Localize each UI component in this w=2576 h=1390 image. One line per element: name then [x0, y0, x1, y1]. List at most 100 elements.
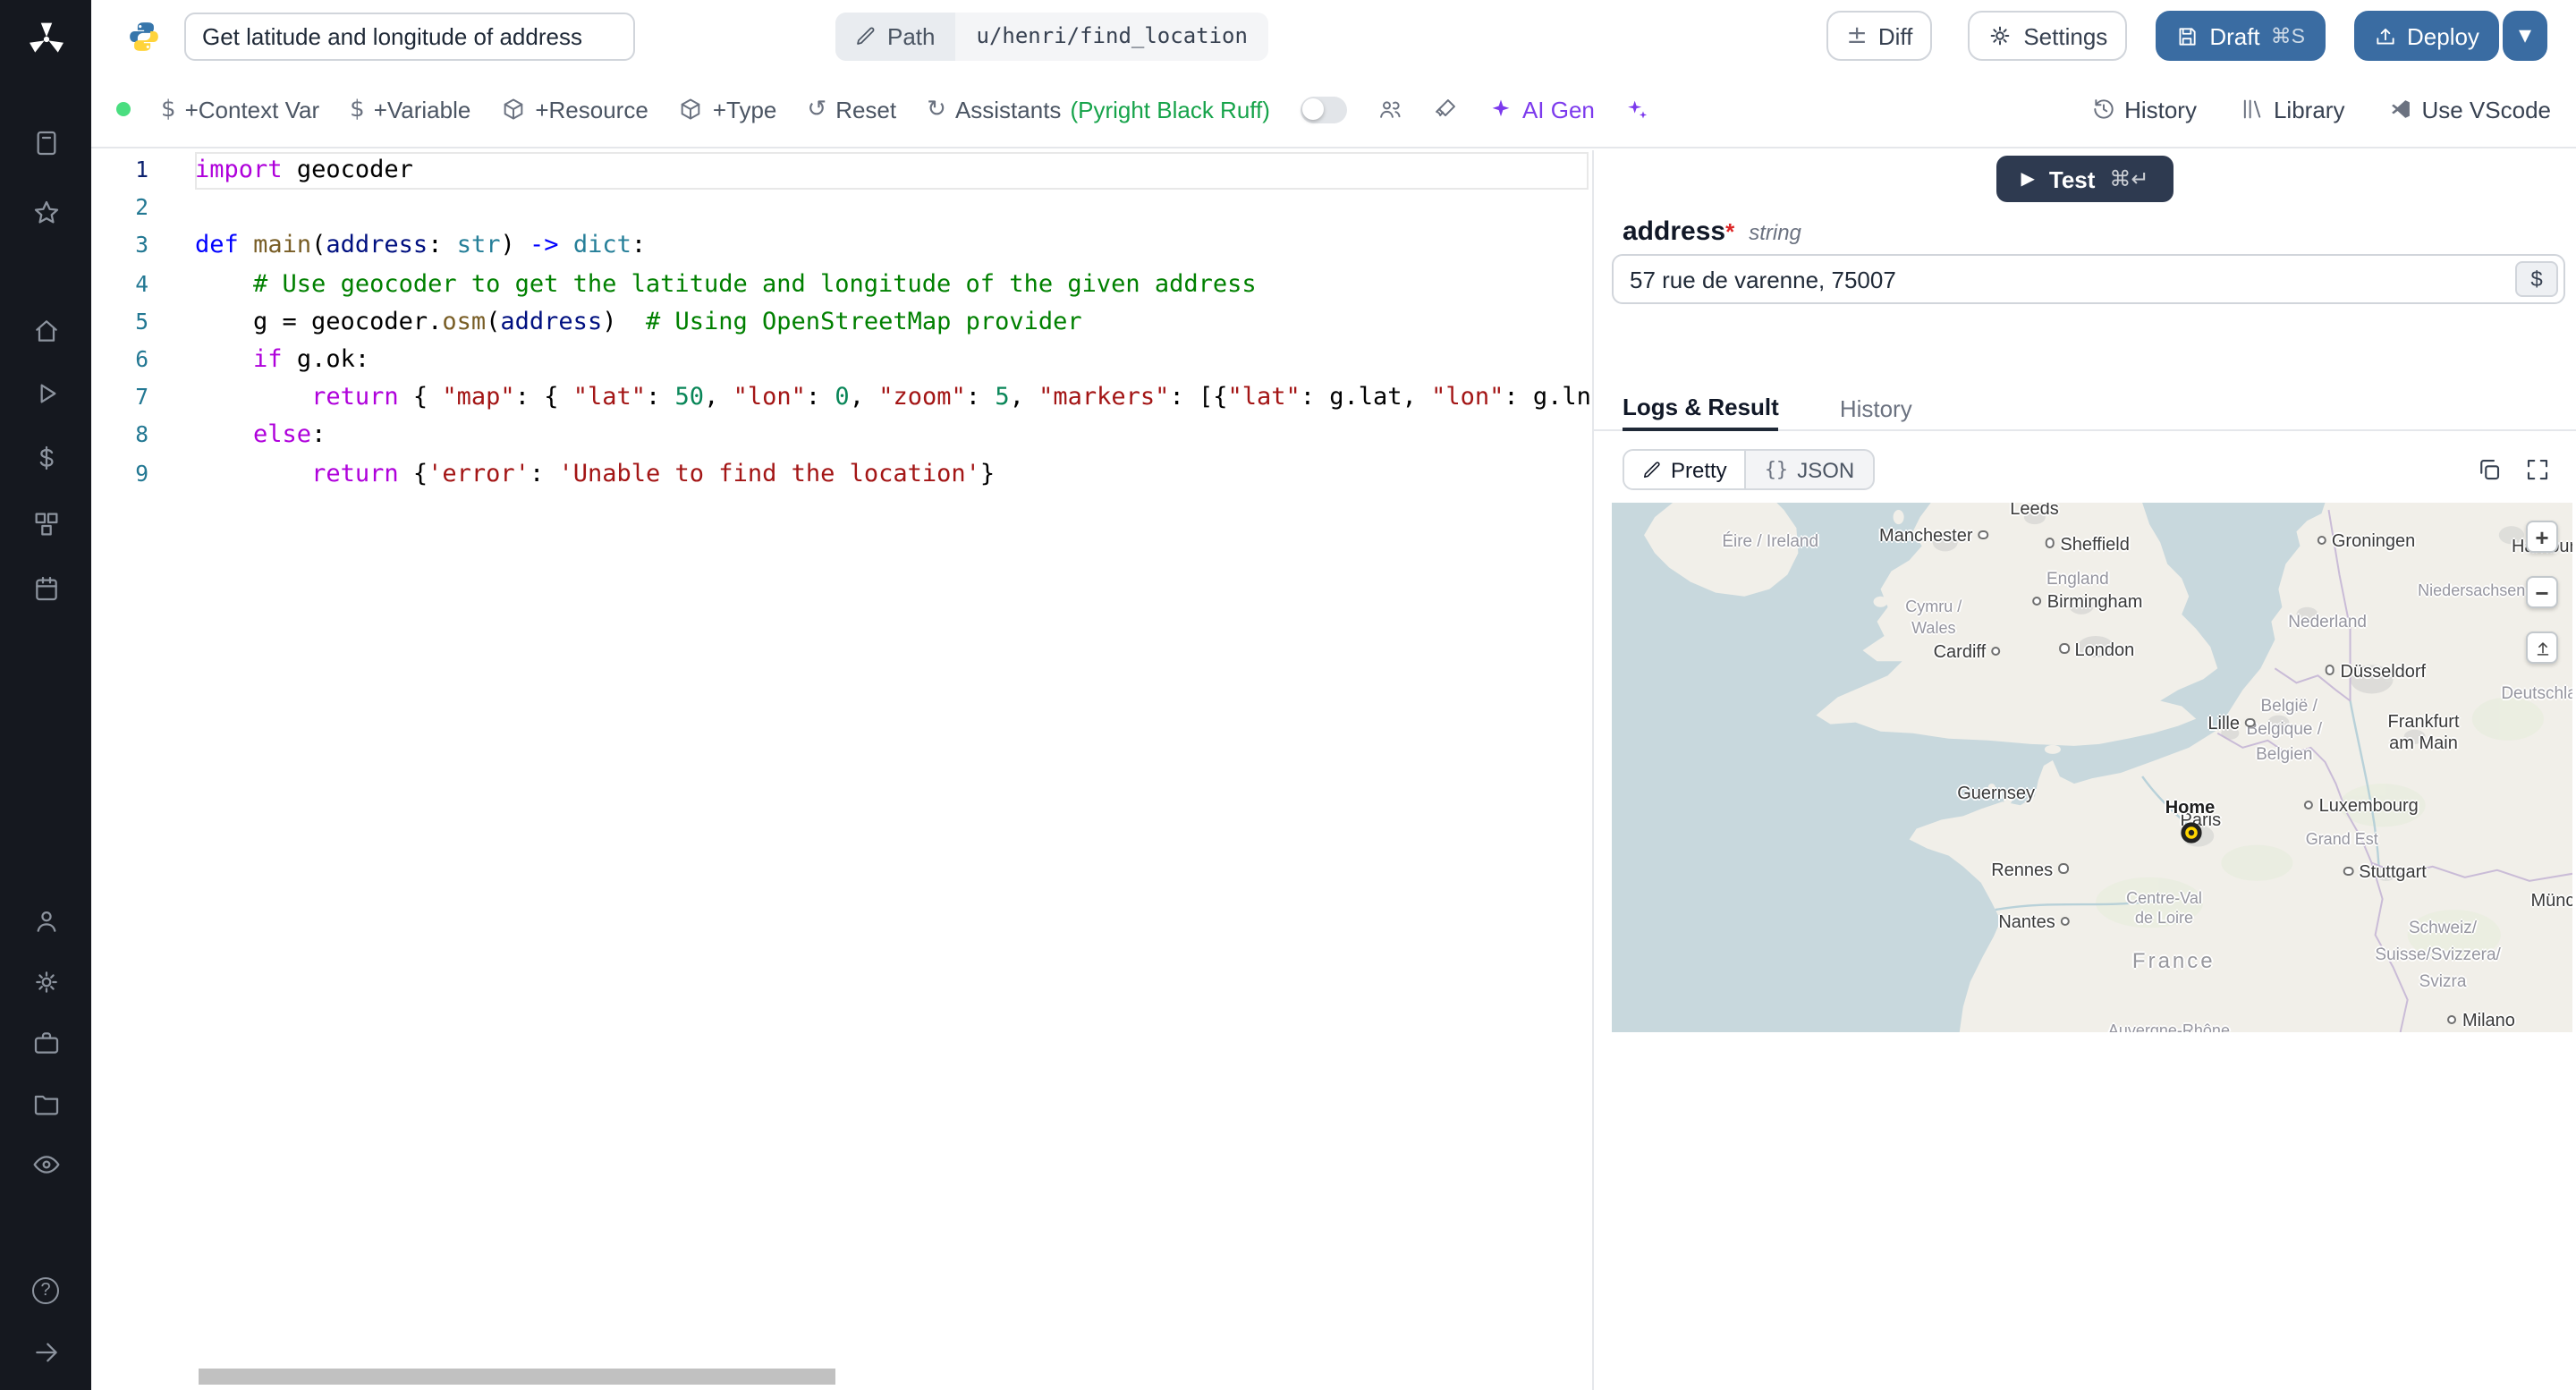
horizontal-scrollbar[interactable] [199, 1369, 835, 1385]
briefcase-icon[interactable] [0, 1029, 91, 1057]
map-label: Frankfurt [2387, 712, 2460, 733]
map-label: Belgien [2256, 744, 2313, 765]
arg-label: address* string [1623, 216, 1801, 247]
arg-input-wrap: $ [1612, 254, 2565, 304]
map-label: Wales [1911, 618, 1956, 637]
library-button[interactable]: Library [2240, 96, 2344, 123]
play-icon[interactable] [0, 379, 91, 408]
map-label: Suisse/Svizzera/ [2375, 945, 2501, 966]
test-button[interactable]: ▶ Test ⌘↵ [1996, 156, 2174, 202]
address-input[interactable] [1612, 254, 2565, 304]
zoom-in-button[interactable]: + [2526, 521, 2558, 553]
test-shortcut: ⌘↵ [2109, 166, 2149, 191]
marker-home-label: Home [2165, 799, 2216, 819]
cube-icon [504, 98, 523, 120]
diff-button[interactable]: ± Diff [1826, 11, 1933, 61]
path-field[interactable]: Path u/henri/find_location [835, 12, 1269, 60]
deploy-more-button[interactable]: ▾ [2502, 11, 2547, 61]
ai-gen-button[interactable]: AI Gen [1488, 96, 1595, 123]
deploy-button[interactable]: Deploy [2353, 11, 2499, 61]
collapse-arrow-icon[interactable] [0, 1338, 91, 1367]
toolbar-right: History Library Use VScode [2090, 96, 2551, 123]
code-line[interactable]: 2 [91, 190, 1592, 227]
code-lines: 1 import geocoder 2 3 def main(address: str)… [91, 150, 1592, 494]
eye-icon[interactable] [0, 1150, 91, 1179]
gear-icon [1991, 26, 2010, 46]
code-line[interactable]: 4 # Use geocoder to get the latitude and… [91, 266, 1592, 303]
sparkles-icon[interactable] [1625, 97, 1650, 122]
expand-icon[interactable] [2524, 456, 2551, 483]
zoom-out-button[interactable]: − [2526, 576, 2558, 608]
copy-icon[interactable] [2476, 456, 2503, 483]
map-label: Stuttgart [2343, 863, 2427, 883]
windmill-logo-icon[interactable] [0, 20, 91, 59]
home-icon[interactable] [0, 317, 91, 345]
map-label: Düsseldorf [2326, 662, 2427, 682]
tab-logs-result[interactable]: Logs & Result [1623, 385, 1779, 431]
code-editor[interactable]: 1 import geocoder 2 3 def main(address: str)… [91, 150, 1592, 1390]
sparkle-icon [1492, 99, 1510, 117]
use-vscode-button[interactable]: Use VScode [2387, 96, 2551, 123]
tab-history[interactable]: History [1840, 385, 1912, 431]
save-icon [2179, 27, 2196, 45]
help-icon[interactable]: ? [0, 1277, 91, 1304]
result-map[interactable]: Leeds Éire / Ireland Manchester Sheffield Gr… [1612, 503, 2572, 1032]
result-actions [2476, 456, 2551, 483]
map-label: München [2530, 892, 2572, 912]
dollar-icon[interactable] [0, 444, 91, 472]
map-label: Éire / Ireland [1722, 532, 1819, 553]
book-icon[interactable] [0, 129, 91, 157]
code-line[interactable]: 8 else: [91, 418, 1592, 455]
map-label: Centre-Val [2126, 888, 2202, 907]
reset-icon: ↺ [807, 96, 827, 123]
map-label: Grand Est [2305, 829, 2378, 848]
add-type-button[interactable]: +Type [679, 96, 776, 123]
map-label: Cymru / [1905, 597, 1962, 615]
history-button[interactable]: History [2090, 96, 2197, 123]
script-title-input[interactable] [184, 12, 635, 60]
refresh-icon: ↻ [927, 96, 946, 123]
vscode-icon [2391, 100, 2410, 118]
json-toggle[interactable]: {} JSON [1747, 451, 1873, 488]
python-icon [127, 19, 161, 53]
library-icon [2243, 99, 2261, 119]
folder-icon[interactable] [0, 1089, 91, 1118]
star-icon[interactable] [0, 199, 91, 227]
code-line[interactable]: 1 import geocoder [91, 152, 1592, 190]
boxes-icon[interactable] [0, 510, 91, 538]
insert-variable-button[interactable]: $ [2515, 261, 2558, 297]
code-line[interactable]: 9 return {'error': 'Unable to find the l… [91, 455, 1592, 493]
assistants-status: (Pyright Black Ruff) [1070, 96, 1270, 123]
assistants-button[interactable]: ↻ Assistants (Pyright Black Ruff) [927, 96, 1270, 123]
map-label: Guernsey [1957, 784, 2035, 804]
chevron-down-icon: ▾ [2518, 21, 2531, 50]
format-brush-icon[interactable] [1433, 97, 1458, 122]
code-line[interactable]: 3 def main(address: str) -> dict: [91, 228, 1592, 266]
map-label: Deutschland [2501, 683, 2572, 704]
multiplayer-users-icon[interactable] [1377, 97, 1402, 122]
pretty-toggle[interactable]: Pretty [1624, 451, 1747, 488]
reset-button[interactable]: ↺ Reset [807, 96, 896, 123]
code-line[interactable]: 6 if g.ok: [91, 342, 1592, 379]
deploy-split-button: Deploy ▾ [2353, 11, 2547, 61]
user-icon[interactable] [0, 907, 91, 936]
code-line[interactable]: 7 return { "map": { "lat": 50, "lon": 0,… [91, 379, 1592, 417]
home-marker[interactable] [2181, 822, 2204, 851]
test-row: ▶ Test ⌘↵ [1594, 156, 2576, 202]
add-resource-button[interactable]: +Resource [501, 96, 648, 123]
add-variable-button[interactable]: $ +Variable [350, 96, 470, 123]
editor-toolbar: $ +Context Var $ +Variable +Resource +Ty… [91, 72, 2576, 148]
locate-share-button[interactable] [2526, 631, 2558, 664]
map-label: Milano [2447, 1012, 2515, 1031]
add-context-var-button[interactable]: $ +Context Var [161, 96, 319, 123]
map-label: Belgique / [2246, 720, 2323, 741]
calendar-icon[interactable] [0, 574, 91, 603]
history-clock-icon [2093, 99, 2113, 119]
main-area: Path u/henri/find_location ± Diff Settin… [91, 0, 2576, 1390]
code-line[interactable]: 5 g = geocoder.osm(address) # Using Open… [91, 304, 1592, 342]
settings-button[interactable]: Settings [1968, 11, 2128, 61]
multiplayer-toggle[interactable] [1300, 96, 1347, 123]
gear-icon[interactable] [0, 968, 91, 996]
cube-icon [682, 98, 701, 120]
draft-button[interactable]: Draft ⌘S [2156, 11, 2325, 61]
